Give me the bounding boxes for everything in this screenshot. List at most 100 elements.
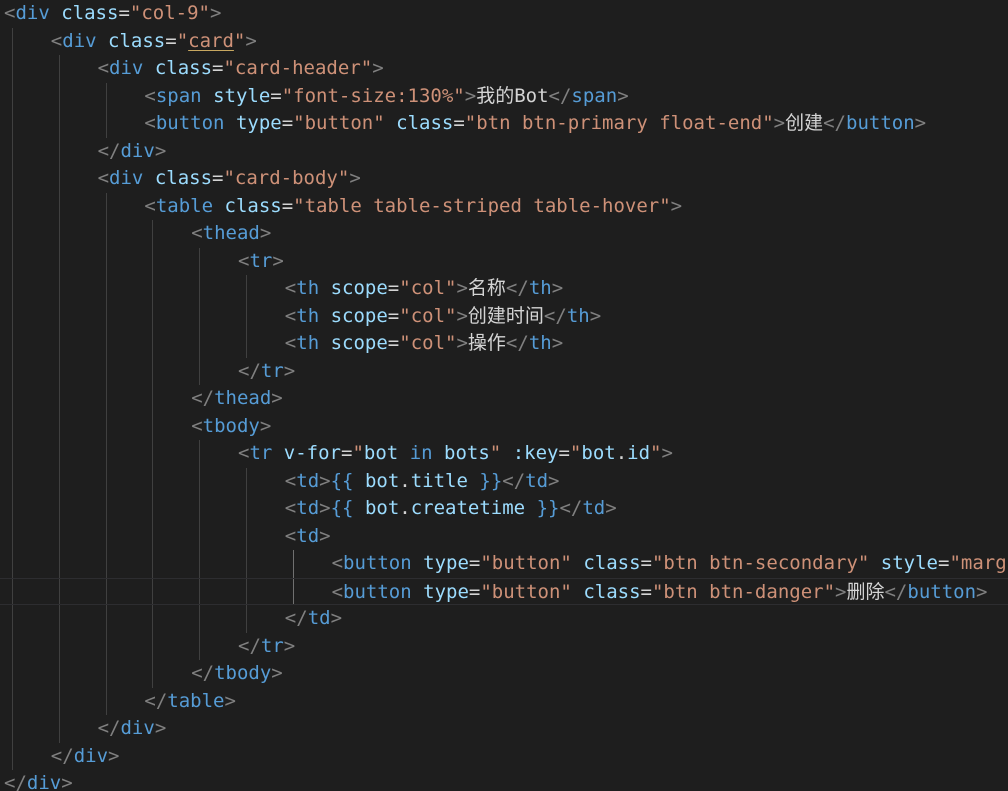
code-line[interactable]: </table> <box>0 688 1008 716</box>
code-token: > <box>548 469 560 492</box>
code-line[interactable]: <div class="col-9"> <box>0 0 1008 28</box>
code-token: div <box>26 772 62 791</box>
code-token: > <box>319 469 331 492</box>
code-token: = <box>281 112 294 134</box>
code-token: = <box>212 57 224 79</box>
code-line[interactable]: <span style="font-size:130%">我的Bot</span… <box>0 83 1008 111</box>
code-token: td <box>296 497 320 519</box>
code-editor[interactable]: <div class="col-9"> <div class="card"> <di… <box>0 0 1008 791</box>
code-token: < <box>238 249 250 272</box>
code-token: < <box>284 304 297 327</box>
code-token: "btn btn-primary float-end" <box>464 112 774 134</box>
code-token: div <box>120 717 155 739</box>
code-line[interactable]: </div> <box>0 715 1008 743</box>
code-line[interactable]: <td>{{ bot.createtime }}</td> <box>0 495 1008 523</box>
code-line[interactable]: <th scope="col">创建时间</th> <box>0 303 1008 331</box>
code-token: v-for <box>283 442 341 464</box>
code-token: style <box>880 552 938 574</box>
code-line[interactable]: <button type="button" class="btn btn-dan… <box>0 577 1008 605</box>
code-token: div <box>109 57 144 79</box>
code-token: "btn btn-secondary" <box>651 552 870 574</box>
code-token: class <box>583 580 641 603</box>
code-line[interactable]: <thead> <box>0 220 1008 248</box>
code-line[interactable]: <th scope="col">名称</th> <box>0 275 1008 303</box>
code-line[interactable]: </div> <box>0 770 1008 791</box>
code-token: tr <box>249 442 273 464</box>
code-token: div <box>15 2 50 24</box>
code-token: < <box>191 414 203 437</box>
code-line[interactable]: <tbody> <box>0 413 1008 441</box>
code-line[interactable]: <th scope="col">操作</th> <box>0 330 1008 358</box>
code-token: bot <box>363 442 399 464</box>
code-line[interactable]: <button type="button" class="btn btn-pri… <box>0 110 1008 138</box>
code-token: tbody <box>214 662 272 684</box>
code-token: {{ <box>330 469 354 492</box>
code-line[interactable]: <tr v-for="bot in bots" :key="bot.id"> <box>0 440 1008 468</box>
code-token: th <box>296 304 320 327</box>
code-token: bots <box>444 442 490 464</box>
code-token: table <box>167 689 225 712</box>
code-token: "col-9" <box>129 2 210 24</box>
code-token: > <box>464 84 477 107</box>
code-token: > <box>108 744 120 767</box>
code-token: "btn btn-danger" <box>651 580 836 603</box>
code-token: th <box>296 332 320 354</box>
code-line[interactable]: <td> <box>0 523 1008 551</box>
code-token: " <box>352 442 364 464</box>
code-token: < <box>284 497 297 519</box>
code-token: scope <box>330 304 388 327</box>
code-token: > <box>154 139 167 162</box>
code-token: "col" <box>399 304 457 327</box>
code-token: </ <box>191 662 215 684</box>
code-line[interactable]: </td> <box>0 605 1008 633</box>
code-token: > <box>272 249 284 272</box>
code-token: th <box>528 332 552 354</box>
code-token: > <box>372 57 384 79</box>
code-token: td <box>582 497 606 519</box>
code-token: </ <box>284 607 308 629</box>
code-token: th <box>296 277 320 299</box>
code-line[interactable]: <table class="table table-striped table-… <box>0 193 1008 221</box>
code-token: </ <box>97 717 121 739</box>
code-line[interactable]: </tbody> <box>0 660 1008 688</box>
code-token: < <box>50 29 63 52</box>
code-token: class <box>61 2 119 24</box>
code-token: </ <box>505 277 529 299</box>
code-token: </ <box>559 497 583 519</box>
code-token: button <box>907 580 977 603</box>
code-line[interactable]: <div class="card-header"> <box>0 55 1008 83</box>
code-line[interactable]: <tr> <box>0 248 1008 276</box>
code-token: div <box>120 139 155 162</box>
code-line[interactable]: </div> <box>0 138 1008 166</box>
code-token: " <box>176 29 189 52</box>
code-line[interactable]: </thead> <box>0 385 1008 413</box>
code-token: "button" <box>480 552 572 574</box>
code-token: < <box>144 194 156 217</box>
code-token: </ <box>50 744 74 767</box>
code-line[interactable]: </tr> <box>0 633 1008 661</box>
code-token: > <box>224 689 236 712</box>
code-line[interactable]: <div class="card-body"> <box>0 165 1008 193</box>
code-token: > <box>976 580 988 603</box>
code-line[interactable]: </tr> <box>0 358 1008 386</box>
code-token: > <box>456 304 468 327</box>
code-token: 创建时间 <box>467 304 544 327</box>
code-token: > <box>661 442 673 464</box>
code-line[interactable]: <td>{{ bot.title }}</td> <box>0 468 1008 496</box>
code-token: </ <box>238 359 261 382</box>
code-token: table <box>155 194 214 217</box>
code-line[interactable]: <div class="card"> <box>0 28 1008 56</box>
code-line[interactable]: </div> <box>0 743 1008 771</box>
code-token: = <box>387 332 400 354</box>
code-token: </ <box>543 304 567 327</box>
code-token: tr <box>249 249 273 272</box>
code-line[interactable]: <button type="button" class="btn btn-sec… <box>0 550 1008 578</box>
